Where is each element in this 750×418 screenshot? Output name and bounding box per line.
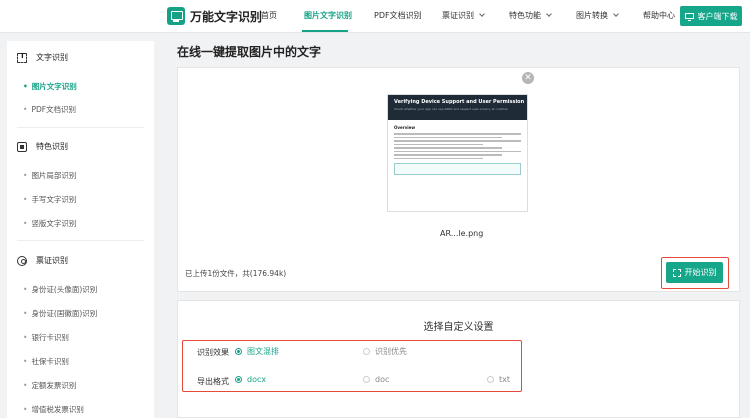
sidebar-group-text-ocr: 文字识别 — [17, 52, 68, 63]
preview-text-line — [394, 133, 521, 135]
start-button-highlight: 开始识别 — [661, 257, 729, 289]
preview-text-line — [394, 136, 502, 138]
top-navbar: 万能文字识别 首页 图片文字识别 PDF文档识别 票证识别 特色功能 图片转换 … — [0, 0, 750, 33]
nav-active-underline — [302, 30, 348, 32]
nav-image-ocr[interactable]: 图片文字识别 — [304, 10, 352, 21]
chevron-down-icon — [479, 11, 485, 17]
nav-home[interactable]: 首页 — [261, 10, 277, 21]
settings-title: 选择自定义设置 — [423, 322, 494, 333]
sidebar: 文字识别 图片文字识别 PDF文档识别 特色识别 图片局部识别 手写文字识别 竖… — [7, 41, 154, 418]
logo-text: 万能文字识别 — [190, 9, 263, 24]
option-mixed-layout[interactable]: 图文混排 — [235, 346, 279, 357]
radio-unchecked-icon — [363, 376, 370, 383]
file-name: AR...le.png — [440, 229, 484, 238]
text-scan-icon — [17, 52, 27, 63]
preview-text-line — [394, 154, 502, 156]
upload-card: ✕ Verifying Device Support and User Perm… — [177, 67, 740, 292]
monitor-icon — [684, 13, 694, 21]
preview-note-box — [394, 163, 521, 175]
preview-text-line — [394, 157, 483, 159]
sidebar-item-vertical-ocr[interactable]: 竖版文字识别 — [23, 218, 76, 229]
image-preview: Verifying Device Support and User Permis… — [387, 94, 528, 212]
nav-help[interactable]: 帮助中心 — [643, 10, 675, 21]
page-title: 在线一键提取图片中的文字 — [177, 45, 322, 59]
preview-text-line — [394, 150, 521, 152]
sidebar-item-partial-ocr[interactable]: 图片局部识别 — [23, 170, 76, 181]
scanner-logo-icon — [167, 7, 185, 25]
sidebar-item-handwriting-ocr[interactable]: 手写文字识别 — [23, 194, 76, 205]
options-highlight: 识别效果 图文混排 识别优先 导出格式 docx doc txt — [182, 340, 522, 392]
preview-subtitle: Check whether your app can use ARKit and… — [394, 107, 509, 111]
start-recognition-button[interactable]: 开始识别 — [666, 262, 723, 283]
feature-icon — [17, 141, 27, 152]
preview-heading: Overview — [394, 125, 416, 130]
preview-text-line — [394, 147, 502, 149]
sidebar-divider — [17, 127, 144, 128]
sidebar-item-bank-card-ocr[interactable]: 银行卡识别 — [23, 332, 69, 343]
option-docx[interactable]: docx — [235, 375, 266, 384]
chevron-down-icon — [546, 11, 552, 17]
scan-icon — [672, 268, 681, 277]
preview-text-line — [394, 140, 521, 142]
chevron-down-icon — [613, 11, 619, 17]
close-icon[interactable]: ✕ — [522, 72, 534, 84]
sidebar-group-feature-ocr: 特色识别 — [17, 141, 68, 152]
preview-body: Overview — [388, 120, 527, 180]
client-download-button[interactable]: 客户端下载 — [680, 6, 742, 26]
sidebar-item-social-card-ocr[interactable]: 社保卡识别 — [23, 356, 69, 367]
option-recognition-first[interactable]: 识别优先 — [363, 346, 407, 357]
nav-pdf-ocr[interactable]: PDF文档识别 — [374, 10, 422, 21]
sidebar-item-vat-invoice-ocr[interactable]: 增值税发票识别 — [23, 404, 84, 415]
sidebar-item-pdf-ocr[interactable]: PDF文档识别 — [23, 104, 76, 115]
preview-header: Verifying Device Support and User Permis… — [388, 95, 527, 120]
sidebar-item-id-back-ocr[interactable]: 身份证(国徽面)识别 — [23, 308, 97, 319]
preview-title: Verifying Device Support and User Permis… — [394, 99, 525, 105]
settings-card: 选择自定义设置 识别效果 图文混排 识别优先 导出格式 docx doc txt — [177, 300, 740, 418]
radio-unchecked-icon — [487, 376, 494, 383]
sidebar-item-image-ocr[interactable]: 图片文字识别 — [23, 81, 77, 92]
sidebar-item-fixed-invoice-ocr[interactable]: 定额发票识别 — [23, 380, 76, 391]
ticket-icon — [17, 255, 27, 266]
radio-checked-icon — [235, 376, 242, 383]
option-txt[interactable]: txt — [487, 375, 510, 384]
export-format-label: 导出格式 — [197, 377, 229, 386]
radio-checked-icon — [235, 348, 242, 355]
recognition-effect-label: 识别效果 — [197, 348, 229, 357]
logo[interactable]: 万能文字识别 — [167, 7, 262, 25]
nav-features[interactable]: 特色功能 — [509, 10, 552, 21]
nav-ticket-ocr[interactable]: 票证识别 — [442, 10, 485, 21]
radio-unchecked-icon — [363, 348, 370, 355]
sidebar-group-ticket-ocr: 票证识别 — [17, 255, 68, 266]
nav-image-convert[interactable]: 图片转换 — [576, 10, 619, 21]
option-doc[interactable]: doc — [363, 375, 389, 384]
sidebar-item-id-front-ocr[interactable]: 身份证(头像面)识别 — [23, 284, 97, 295]
sidebar-divider — [17, 240, 144, 241]
upload-info: 已上传1份文件，共(176.94k) — [185, 269, 287, 278]
preview-text-line — [394, 143, 483, 145]
